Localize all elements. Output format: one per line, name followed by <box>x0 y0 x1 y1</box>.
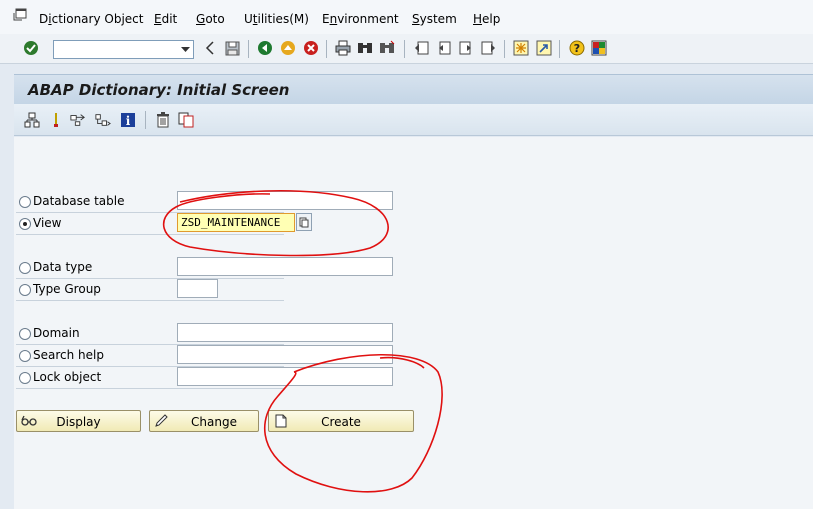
option-label: Domain <box>33 326 80 340</box>
toolbar-separator <box>404 40 405 58</box>
lock-object-field[interactable] <box>177 367 393 386</box>
svg-text:i: i <box>126 114 131 128</box>
create-button-label: Create <box>321 415 361 429</box>
create-session-icon[interactable] <box>512 39 530 57</box>
change-button-label: Change <box>191 415 237 429</box>
enter-icon[interactable] <box>22 39 40 57</box>
domain-field[interactable] <box>177 323 393 342</box>
first-page-icon[interactable] <box>413 39 431 57</box>
toolbar-separator <box>326 40 327 58</box>
display-button-label: Display <box>56 415 101 429</box>
system-menu-icon[interactable] <box>13 8 29 22</box>
option-label: Type Group <box>33 282 101 296</box>
where-used-icon[interactable] <box>48 112 64 128</box>
radio-button[interactable] <box>19 328 31 340</box>
option-label: Lock object <box>33 370 102 384</box>
other-object-icon[interactable] <box>95 112 111 128</box>
next-page-icon[interactable] <box>457 39 475 57</box>
display-object-list-icon[interactable] <box>70 112 86 128</box>
change-button[interactable]: Change <box>149 410 259 432</box>
database-table-field[interactable] <box>177 191 393 210</box>
layout-menu-icon[interactable] <box>590 39 608 57</box>
radio-button[interactable] <box>19 284 31 296</box>
back-icon[interactable] <box>256 39 274 57</box>
data-type-field[interactable] <box>177 257 393 276</box>
menu-bar: Dictionary Object Edit Goto Utilities(M)… <box>0 0 813 34</box>
find-next-icon[interactable] <box>378 39 396 57</box>
toolbar-gap <box>0 64 813 74</box>
option-label: Database table <box>33 194 125 208</box>
value-help-icon[interactable] <box>296 213 312 231</box>
create-button[interactable]: Create <box>268 410 414 432</box>
last-page-icon[interactable] <box>479 39 497 57</box>
delete-icon[interactable] <box>155 112 171 128</box>
option-type-group[interactable]: Type Group <box>16 279 284 301</box>
information-icon[interactable]: i <box>120 112 136 128</box>
view-name-field[interactable]: ZSD_MAINTENANCE <box>177 213 295 232</box>
menu-goto[interactable]: Goto <box>196 12 225 26</box>
hierarchy-icon[interactable] <box>24 112 40 128</box>
toolbar-separator <box>145 111 146 129</box>
menu-utilities[interactable]: Utilities(M) <box>244 12 309 26</box>
menu-system[interactable]: System <box>412 12 457 26</box>
back-arrow-icon[interactable] <box>201 39 219 57</box>
find-icon[interactable] <box>356 39 374 57</box>
application-toolbar: i <box>14 104 813 136</box>
save-icon[interactable] <box>223 39 241 57</box>
help-icon[interactable]: ? <box>568 39 586 57</box>
option-label: Data type <box>33 260 93 274</box>
search-help-field[interactable] <box>177 345 393 364</box>
radio-button[interactable] <box>19 196 31 208</box>
menu-environment[interactable]: Environment <box>322 12 399 26</box>
toolbar-separator <box>559 40 560 58</box>
pencil-icon <box>154 414 170 428</box>
command-field[interactable] <box>53 40 194 59</box>
display-button[interactable]: Display <box>16 410 141 432</box>
svg-text:?: ? <box>574 42 580 55</box>
print-icon[interactable] <box>334 39 352 57</box>
chevron-down-icon[interactable] <box>179 43 191 56</box>
shortcut-icon[interactable] <box>535 39 553 57</box>
menu-help[interactable]: Help <box>473 12 500 26</box>
menu-edit[interactable]: Edit <box>154 12 177 26</box>
page-title: ABAP Dictionary: Initial Screen <box>28 81 290 99</box>
radio-button[interactable] <box>19 262 31 274</box>
option-label: View <box>33 216 62 230</box>
toolbar-separator <box>504 40 505 58</box>
standard-toolbar: ? <box>0 34 813 64</box>
radio-button[interactable] <box>19 350 31 362</box>
cancel-icon[interactable] <box>302 39 320 57</box>
previous-page-icon[interactable] <box>435 39 453 57</box>
menu-dictionary-object[interactable]: Dictionary Object <box>39 12 143 26</box>
exit-icon[interactable] <box>279 39 297 57</box>
radio-button[interactable] <box>19 372 31 384</box>
toolbar-separator <box>248 40 249 58</box>
option-label: Search help <box>33 348 104 362</box>
type-group-field[interactable] <box>177 279 218 298</box>
radio-button-selected[interactable] <box>19 218 31 230</box>
title-bar: ABAP Dictionary: Initial Screen <box>14 74 813 104</box>
copy-icon[interactable] <box>178 112 194 128</box>
